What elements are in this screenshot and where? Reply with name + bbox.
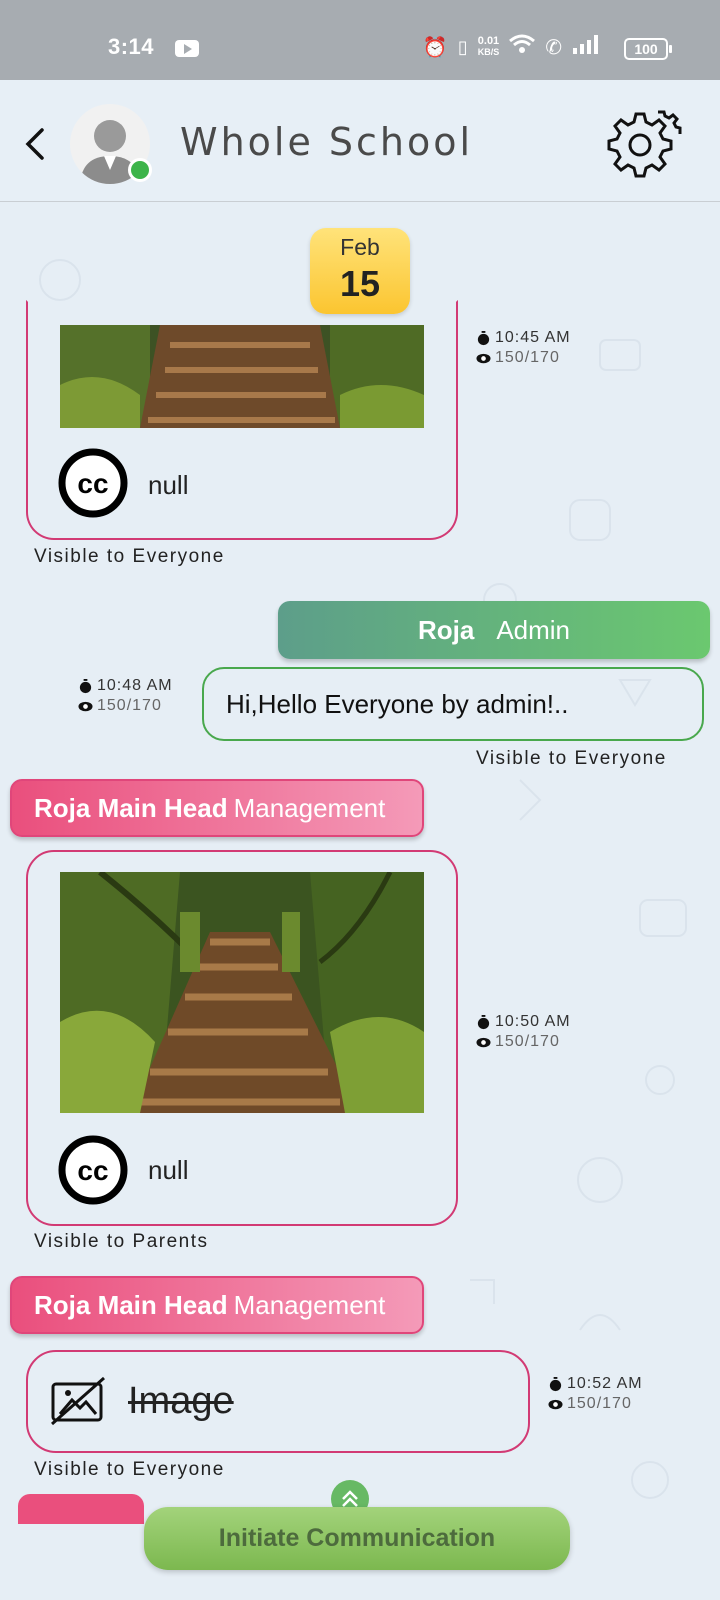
gear-icon[interactable] xyxy=(606,106,684,184)
message-image[interactable] xyxy=(60,872,424,1113)
sender-name: Roja xyxy=(417,614,475,645)
stopwatch-icon xyxy=(477,1014,490,1029)
initiate-communication-button[interactable]: Initiate Communication xyxy=(144,1507,570,1570)
message-views: 150/170 xyxy=(495,349,560,366)
network-speed: 0.01 KB/S xyxy=(478,36,500,58)
online-status-dot xyxy=(128,158,152,182)
visibility-label: Visible to Parents xyxy=(34,1231,209,1252)
sender-pill: Roja Main Head Management xyxy=(10,779,424,837)
svg-text:cc: cc xyxy=(77,468,108,499)
visibility-label: Visible to Everyone xyxy=(34,546,225,567)
message-views: 150/170 xyxy=(567,1395,632,1412)
sender-name: Roja Main Head xyxy=(34,1289,228,1320)
wifi-icon xyxy=(509,34,536,60)
signal-icon xyxy=(572,34,602,60)
text-message-bubble[interactable]: Hi,Hello Everyone by admin!.. xyxy=(202,667,704,741)
image-caption: null xyxy=(148,470,189,500)
sender-pill: Roja Main Head Management xyxy=(10,1276,424,1334)
message-views: 150/170 xyxy=(97,697,162,714)
visibility-label: Visible to Everyone xyxy=(34,1459,225,1480)
speed-unit: KB/S xyxy=(477,47,500,57)
call-icon: ✆ xyxy=(545,36,562,59)
speed-value: 0.01 xyxy=(477,35,500,47)
eye-icon xyxy=(476,353,491,363)
sender-role: Admin xyxy=(496,614,571,645)
cc-icon: cc xyxy=(58,1135,128,1205)
sender-name: Roja Main Head xyxy=(34,792,228,823)
eye-icon xyxy=(78,701,93,711)
page-title: Whole School xyxy=(180,120,474,164)
sender-role: Management xyxy=(233,1289,386,1320)
chat-header: Whole School xyxy=(0,80,720,202)
vibrate-icon: ▯ xyxy=(457,36,468,57)
status-icons: ⏰ ▯ 0.01 KB/S ✆ xyxy=(423,34,602,60)
message-meta: 10:50 AM 150/170 xyxy=(476,1012,571,1052)
message-text: Hi,Hello Everyone by admin!.. xyxy=(226,689,569,719)
image-caption: null xyxy=(148,1155,189,1185)
stopwatch-icon xyxy=(477,330,490,345)
next-sender-pill xyxy=(18,1494,144,1524)
eye-icon xyxy=(548,1399,563,1409)
stopwatch-icon xyxy=(79,678,92,693)
eye-icon xyxy=(476,1037,491,1047)
svg-text:cc: cc xyxy=(77,1155,108,1186)
youtube-icon xyxy=(175,40,199,57)
image-off-icon xyxy=(51,1376,105,1426)
cc-icon: cc xyxy=(58,448,128,518)
sender-role: Management xyxy=(233,792,386,823)
message-time: 10:45 AM xyxy=(495,329,571,346)
message-meta: 10:52 AM 150/170 xyxy=(548,1374,643,1414)
alarm-icon: ⏰ xyxy=(422,36,448,59)
visibility-label: Visible to Everyone xyxy=(476,748,667,769)
message-meta: 10:48 AM 150/170 xyxy=(78,676,173,716)
message-views: 150/170 xyxy=(495,1033,560,1050)
message-time: 10:52 AM xyxy=(567,1375,643,1392)
status-time: 3:14 xyxy=(108,34,155,59)
status-bar: 3:14 ⏰ ▯ 0.01 KB/S ✆ 100 xyxy=(0,0,720,80)
battery-indicator: 100 xyxy=(624,38,672,60)
removed-image-label: Image xyxy=(128,1380,234,1422)
message-time: 10:48 AM xyxy=(97,677,173,694)
sender-pill: Roja Admin xyxy=(278,601,710,659)
stopwatch-icon xyxy=(549,1376,562,1391)
date-day: 15 xyxy=(339,263,381,304)
message-time: 10:50 AM xyxy=(495,1013,571,1030)
message-image[interactable] xyxy=(60,325,424,428)
back-button[interactable] xyxy=(20,124,50,164)
date-month: Feb xyxy=(340,234,380,260)
message-meta: 10:45 AM 150/170 xyxy=(476,328,571,368)
initiate-communication-label: Initiate Communication xyxy=(218,1524,496,1552)
